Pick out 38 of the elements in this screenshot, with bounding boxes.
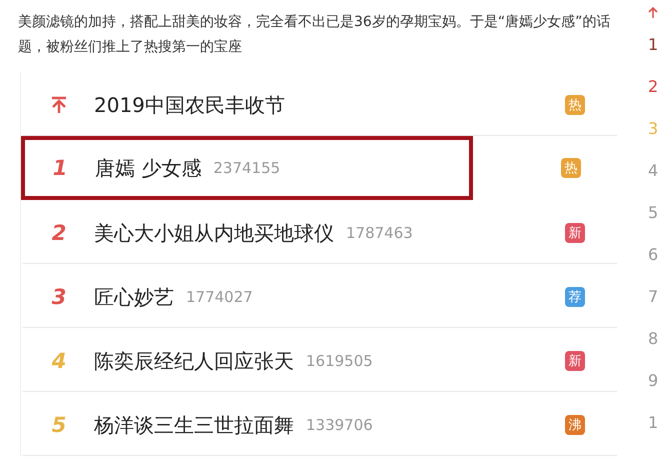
topic-title: 杨洋谈三生三世拉面舞 [94,412,294,438]
rank-number: 1 [52,156,68,180]
topic-badge: 沸 [565,415,585,435]
search-count: 2374155 [213,159,280,177]
rank-number: 9 [648,370,658,392]
topic-badge: 荐 [565,287,585,307]
topic-badge: 热 [565,95,585,115]
topic-title: 唐嫣 少女感 [95,154,202,182]
topic-title: 陈奕辰经纪人回应张天 [94,348,294,374]
article-paragraph: 美颜滤镜的加持，搭配上甜美的妆容，完全看不出已是36岁的孕期宝妈。于是“唐嫣少女感”的话题，被粉丝们推上了热搜第一的宝座 [18,13,612,57]
rank-number: 8 [648,328,658,350]
search-count: 1774027 [186,288,253,306]
topic-badge: 热 [561,158,581,178]
rank-number: 5 [648,202,658,224]
rank-number: 6 [648,244,658,266]
search-count: 1619505 [306,352,373,370]
list-row[interactable]: 4 陈奕辰经纪人回应张天 1619505 新 [21,328,617,392]
rank-number: 2 [648,76,658,98]
rank-number: 5 [52,413,66,437]
rank-number: 3 [648,118,658,140]
rank-number: 2 [52,221,66,245]
rank-number: 1 [648,34,658,56]
list-row[interactable]: 2019中国农民丰收节 热 [21,72,617,136]
list-row[interactable]: 3 匠心妙艺 1774027 荐 [21,264,617,328]
rank-number: 7 [648,286,658,308]
topic-badge: 新 [565,351,585,371]
search-count: 1787463 [346,224,413,242]
topic-title: 美心大小姐从内地买地球仪 [94,220,334,246]
topic-badge: 新 [565,223,585,243]
rank-number: 4 [52,349,66,373]
topic-title: 匠心妙艺 [94,284,174,310]
rank-number: 1 [648,412,658,434]
search-count: 1339706 [306,416,373,434]
rank-number: 3 [52,285,66,309]
topic-title: 2019中国农民丰收节 [94,92,285,118]
list-row[interactable]: 5 杨洋谈三生三世拉面舞 1339706 沸 [21,392,617,456]
rank-number: 4 [648,160,658,182]
list-row[interactable]: 2 美心大小姐从内地买地球仪 1787463 新 [21,200,617,264]
